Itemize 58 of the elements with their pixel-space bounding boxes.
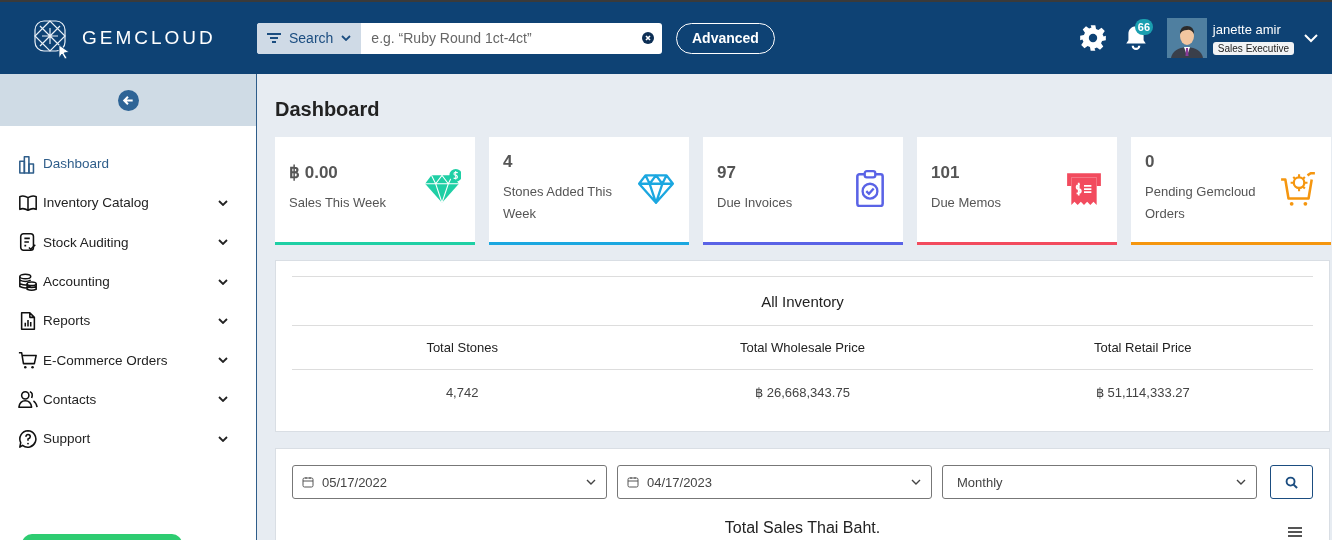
caret-icon (911, 479, 921, 485)
end-date-field[interactable]: 04/17/2023 (617, 465, 932, 499)
notification-count: 66 (1134, 19, 1154, 35)
collapse-icon[interactable] (117, 89, 139, 111)
stat-value: 0 (1145, 151, 1156, 172)
brand-name: GEMCLOUD (82, 27, 216, 49)
table-cell-text: ฿ 26,668,343.75 (754, 384, 851, 400)
report-icon (18, 310, 38, 331)
cart-icon (18, 350, 38, 371)
caret-icon (586, 479, 596, 485)
caret-icon (341, 35, 352, 41)
filter-icon (267, 33, 281, 43)
avatar[interactable] (1166, 18, 1207, 58)
stat-label: Pending Gemcloud Orders (1145, 182, 1257, 223)
stat-label: Due Invoices (717, 193, 794, 212)
stat-value: 101 (931, 162, 961, 183)
search-mode-dropdown[interactable]: Search (257, 22, 362, 54)
sidebar-item[interactable]: Stock Auditing (0, 222, 256, 262)
column-header: Total Stones (425, 340, 499, 355)
period-dropdown[interactable]: Monthly (942, 465, 1257, 499)
stat-value: ฿ 0.00 (289, 162, 339, 183)
user-name: janette amir (1212, 21, 1281, 37)
people-icon (18, 389, 38, 410)
stat-label: Stones Added This Week (503, 182, 613, 223)
calendar-icon (627, 476, 639, 488)
help-icon (18, 428, 38, 449)
stat-label: Due Memos (931, 193, 1003, 212)
inventory-title: All Inventory (292, 276, 1313, 326)
menu-icon[interactable] (1287, 526, 1303, 538)
audit-icon (18, 232, 38, 253)
table-cell-text: 4,742 (444, 384, 480, 400)
sidebar-item[interactable]: Accounting (0, 261, 256, 302)
settings-icon[interactable] (1078, 24, 1107, 52)
clear-icon[interactable] (642, 32, 654, 44)
sidebar-item[interactable]: Contacts (0, 379, 256, 420)
search-button[interactable] (1270, 465, 1313, 499)
coins-icon (18, 271, 38, 292)
search-icon (1285, 475, 1298, 489)
table-cell-text: ฿ 51,114,333.27 (1094, 384, 1191, 400)
column-header: Total Wholesale Price (739, 340, 866, 355)
chart-title: Total Sales Thai Baht. (724, 519, 881, 536)
sidebar-item[interactable]: Inventory Catalog (0, 183, 256, 223)
stat-label: Sales This Week (289, 194, 388, 212)
sidebar-item[interactable]: Dashboard (0, 144, 256, 184)
caret-icon[interactable] (1304, 33, 1318, 43)
stat-value: 97 (717, 162, 737, 183)
page-title: Dashboard (275, 98, 381, 121)
sidebar-item[interactable]: Support (0, 419, 256, 459)
calendar-icon (302, 476, 314, 488)
stat-value: 4 (503, 151, 514, 172)
column-header: Total Retail Price (1093, 340, 1193, 355)
role-tag: Sales Executive (1212, 41, 1294, 55)
sidebar-item[interactable]: Reports (0, 301, 256, 341)
search-field[interactable]: Search e.g. “Ruby Round 1ct-4ct” (257, 22, 662, 54)
start-date-field[interactable]: 05/17/2022 (292, 465, 607, 499)
sidebar-item[interactable]: E-Commerce Orders (0, 340, 256, 380)
caret-icon (1236, 479, 1246, 485)
book-icon (18, 192, 38, 213)
